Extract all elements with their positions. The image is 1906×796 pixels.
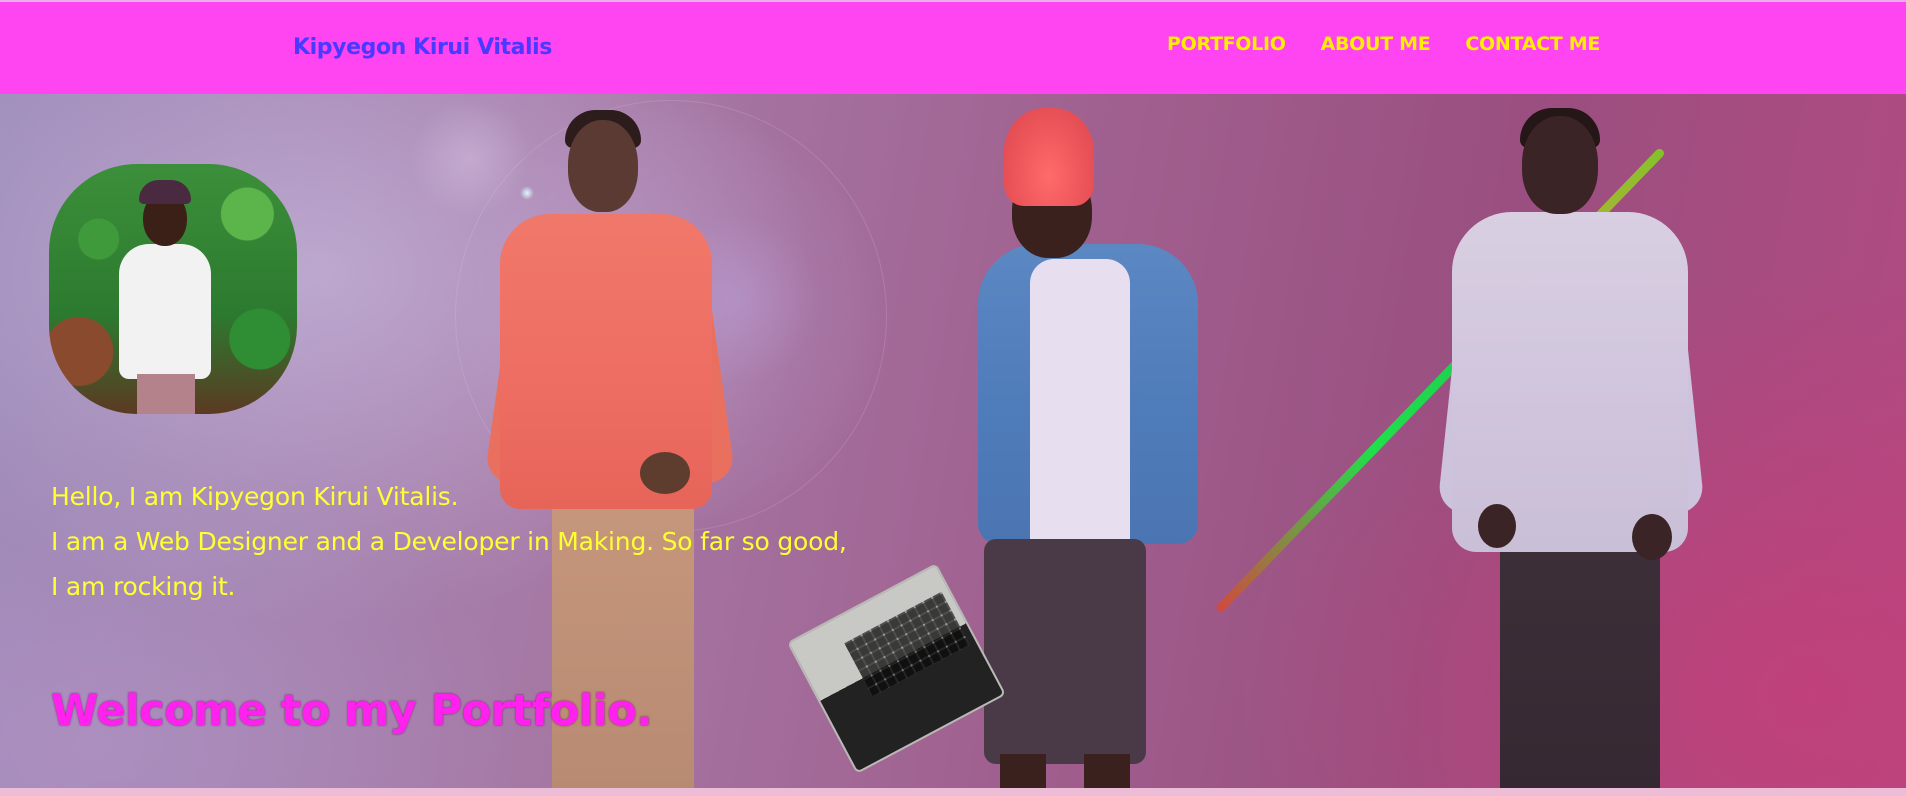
- lens-flare-decoration: [410, 98, 530, 218]
- intro-line: Hello, I am Kipyegon Kirui Vitalis.: [51, 482, 459, 511]
- main-nav: PORTFOLIO ABOUT ME CONTACT ME: [1167, 33, 1600, 55]
- nav-contact-me-link[interactable]: CONTACT ME: [1465, 33, 1600, 55]
- site-header: Kipyegon Kirui Vitalis PORTFOLIO ABOUT M…: [0, 0, 1906, 94]
- nav-about-me-link[interactable]: ABOUT ME: [1321, 33, 1431, 55]
- nav-portfolio-link[interactable]: PORTFOLIO: [1167, 33, 1286, 55]
- welcome-heading: Welcome to my Portfolio.: [51, 686, 653, 736]
- hero-section: Hello, I am Kipyegon Kirui Vitalis. I am…: [0, 94, 1906, 788]
- intro-line: I am a Web Designer and a Developer in M…: [51, 527, 847, 556]
- profile-avatar: [49, 164, 297, 414]
- brand-link[interactable]: Kipyegon Kirui Vitalis: [293, 35, 552, 60]
- light-spark-decoration: [520, 186, 534, 200]
- intro-line: I am rocking it.: [51, 572, 236, 601]
- intro-text: Hello, I am Kipyegon Kirui Vitalis. I am…: [51, 474, 847, 609]
- page-bottom-band: [0, 788, 1906, 796]
